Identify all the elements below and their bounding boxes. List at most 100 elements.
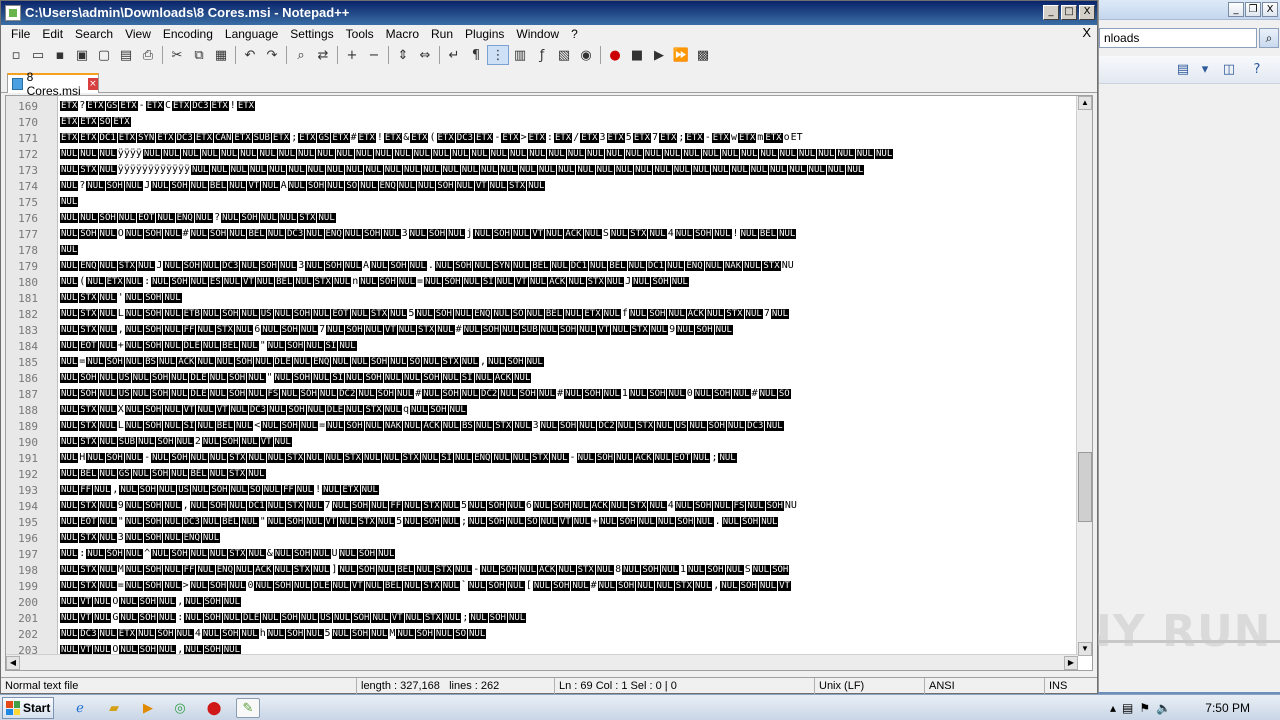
media-player-icon[interactable]: ▶	[136, 698, 160, 718]
close-icon[interactable]: ▢	[93, 45, 115, 65]
new-file-icon[interactable]: ▫	[5, 45, 27, 65]
save-macro-icon[interactable]: ▩	[692, 45, 714, 65]
control-char-token: NUL	[196, 565, 215, 575]
chrome-icon[interactable]: ◎	[168, 698, 192, 718]
close-document-button[interactable]: X	[1082, 25, 1091, 40]
line-text: NUL NUL SOH NUL EOT NUL ENQ NUL? NUL SOH NUL NUL STX…	[54, 212, 1068, 224]
tab-8-cores-msi[interactable]: 8 Cores.msi ×	[7, 70, 99, 98]
scroll-down-icon[interactable]: ▼	[1078, 642, 1092, 656]
record-macro-icon[interactable]: ●	[604, 45, 626, 65]
doc-map-icon[interactable]: ▥	[509, 45, 531, 65]
menu-file[interactable]: File	[5, 27, 36, 41]
text-char: :	[144, 276, 151, 287]
network-icon[interactable]: ▤	[1122, 701, 1133, 715]
menu-encoding[interactable]: Encoding	[157, 27, 219, 41]
volume-icon[interactable]: 🔈	[1156, 701, 1171, 715]
copy-icon[interactable]: ⧉	[188, 45, 210, 65]
undo-icon[interactable]: ↶	[239, 45, 261, 65]
control-char-token: DC1	[247, 501, 266, 511]
replace-icon[interactable]: ⇄	[312, 45, 334, 65]
control-char-token: NUL	[98, 421, 117, 431]
print-icon[interactable]: ⎙	[137, 45, 159, 65]
view-options-icon[interactable]: ▤	[1175, 62, 1191, 78]
line-text: NUL ENQ NUL STX NUL J NUL SOH NUL DC3 NUL SOH NUL 3 NU…	[54, 260, 1068, 272]
control-char-token: NUL	[441, 373, 460, 383]
control-char-token: NUL	[60, 565, 79, 575]
show-all-chars-icon[interactable]: ¶	[465, 45, 487, 65]
open-file-icon[interactable]: ▭	[27, 45, 49, 65]
scroll-left-icon[interactable]: ◀	[6, 656, 20, 670]
text-editor[interactable]: 169 ETX? ETX GS ETX - ETX C ETX DC3 ETX! ETX 170 ETX E…	[5, 95, 1093, 671]
internet-explorer-icon[interactable]: ℯ	[68, 698, 92, 718]
save-all-icon[interactable]: ▣	[71, 45, 93, 65]
control-char-token: ETX	[60, 117, 79, 127]
close-button[interactable]: X	[1079, 5, 1095, 20]
control-char-token: NUL	[422, 357, 441, 367]
function-list-icon[interactable]: ƒ	[531, 45, 553, 65]
word-wrap-icon[interactable]: ↵	[443, 45, 465, 65]
close-all-icon[interactable]: ▤	[115, 45, 137, 65]
redo-icon[interactable]: ↷	[261, 45, 283, 65]
search-icon[interactable]: ⌕	[1259, 28, 1279, 48]
minimize-button[interactable]: _	[1043, 5, 1059, 20]
zoom-out-icon[interactable]: −	[363, 45, 385, 65]
explorer-minimize-button[interactable]: _	[1228, 2, 1244, 17]
save-icon[interactable]: ▪	[49, 45, 71, 65]
horizontal-scrollbar[interactable]: ◀ ▶	[6, 654, 1078, 670]
flag-icon[interactable]: ⚑	[1139, 701, 1150, 715]
explorer-close-button[interactable]: X	[1262, 2, 1278, 17]
vertical-scrollbar[interactable]: ▲ ▼	[1076, 96, 1092, 656]
find-icon[interactable]: ⌕	[290, 45, 312, 65]
explorer-restore-button[interactable]: ❐	[1245, 2, 1261, 17]
control-char-token: NUL	[632, 277, 651, 287]
cut-icon[interactable]: ✂	[166, 45, 188, 65]
preview-pane-icon[interactable]: ◫	[1221, 62, 1237, 78]
sync-v-icon[interactable]: ⇕	[392, 45, 414, 65]
menu-edit[interactable]: Edit	[36, 27, 69, 41]
control-char-token: VT	[474, 181, 488, 191]
file-explorer-icon[interactable]: ▰	[102, 698, 126, 718]
menu-tools[interactable]: Tools	[340, 27, 380, 41]
scroll-thumb[interactable]	[1078, 452, 1092, 522]
control-char-token: SOH	[138, 613, 157, 623]
menu-view[interactable]: View	[119, 27, 157, 41]
notepadpp-taskbar-icon[interactable]: ✎	[236, 698, 260, 718]
menu-macro[interactable]: Macro	[380, 27, 425, 41]
play-macro-icon[interactable]: ▶	[648, 45, 670, 65]
help-icon[interactable]: ?	[1249, 62, 1265, 78]
security-app-icon[interactable]: ⬤	[202, 698, 226, 718]
start-button[interactable]: Start	[2, 697, 54, 719]
sync-h-icon[interactable]: ⇔	[414, 45, 436, 65]
control-char-token: NUL	[201, 629, 221, 639]
menu-plugins[interactable]: Plugins	[459, 27, 510, 41]
line-number: 183	[18, 323, 38, 337]
text-char: &	[266, 548, 273, 559]
menu-window[interactable]: Window	[510, 27, 565, 41]
run-macro-icon[interactable]: ⏩	[670, 45, 692, 65]
chevron-down-icon[interactable]: ▾	[1197, 62, 1213, 78]
control-char-token: NUL	[532, 501, 552, 511]
menu-help[interactable]: ?	[565, 27, 584, 41]
indent-guide-icon[interactable]: ⋮	[487, 45, 509, 65]
control-char-token: SOH	[641, 565, 660, 575]
menu-search[interactable]: Search	[69, 27, 119, 41]
explorer-search-input[interactable]: nloads	[1099, 28, 1257, 48]
control-char-token: NUL	[266, 453, 285, 463]
paste-icon[interactable]: ▦	[210, 45, 232, 65]
menu-settings[interactable]: Settings	[284, 27, 339, 41]
control-char-token: NUL	[557, 565, 576, 575]
folder-workspace-icon[interactable]: ▧	[553, 45, 575, 65]
monitoring-icon[interactable]: ◉	[575, 45, 597, 65]
maximize-button[interactable]: □	[1061, 5, 1077, 20]
tab-close-icon[interactable]: ×	[87, 78, 99, 90]
stop-record-icon[interactable]: ■	[626, 45, 648, 65]
scroll-up-icon[interactable]: ▲	[1078, 96, 1092, 110]
menu-run[interactable]: Run	[425, 27, 459, 41]
zoom-in-icon[interactable]: +	[341, 45, 363, 65]
control-char-token: NUL	[208, 373, 227, 383]
tray-chevron-icon[interactable]: ▴	[1110, 701, 1116, 715]
menu-language[interactable]: Language	[219, 27, 284, 41]
clock[interactable]: 7:50 PM	[1205, 701, 1250, 715]
control-char-token: NUL	[653, 165, 672, 175]
scroll-right-icon[interactable]: ▶	[1064, 656, 1078, 670]
